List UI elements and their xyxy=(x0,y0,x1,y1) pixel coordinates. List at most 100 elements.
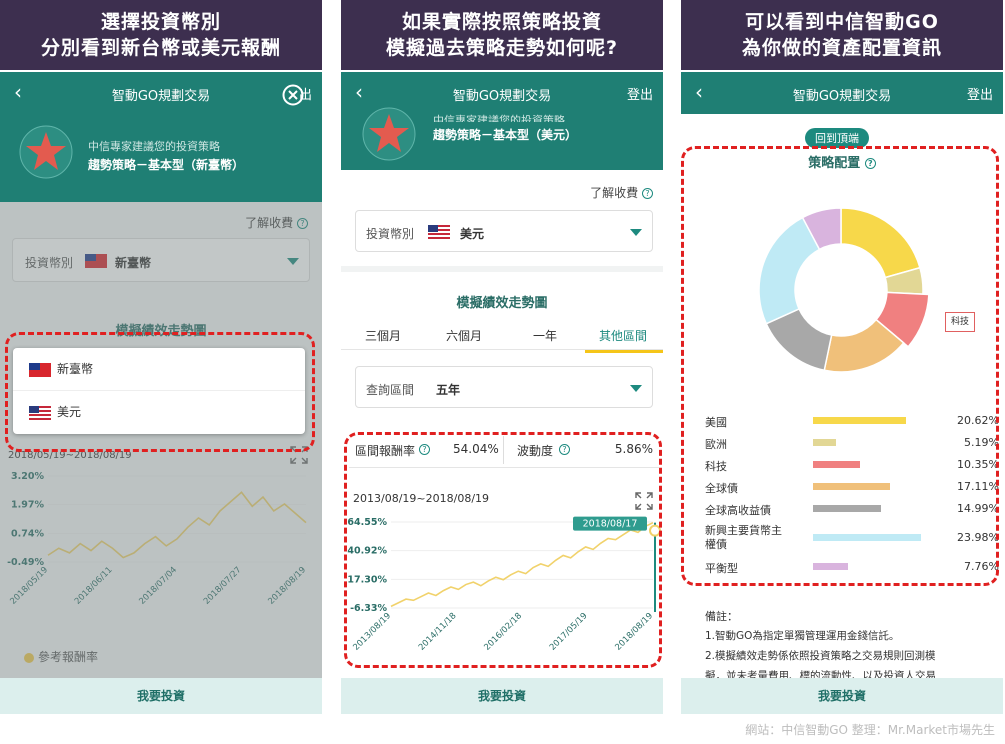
strategy-header: 中信專家建議您的投資策略 趨勢策略－基本型（新臺幣） xyxy=(0,114,322,202)
return-label: 區間報酬率 xyxy=(355,444,416,458)
phone-screen-3: ‹ 智動GO規劃交易 登出 回到頂端 策略配置 ? 科技 美國 20.62% 歐洲 5… xyxy=(681,72,1003,714)
star-logo-icon xyxy=(362,107,416,161)
allocation-bar xyxy=(813,439,837,446)
tab-3m[interactable]: 三個月 xyxy=(365,327,401,344)
banner-line-1: 如果實際按照策略投資 xyxy=(401,11,602,33)
app-title: 智動GO規劃交易 xyxy=(111,89,211,104)
divider xyxy=(341,266,663,272)
panel-allocation: 可以看到中信智動GO 為你做的資產配置資訊 ‹ 智動GO規劃交易 登出 回到頂端… xyxy=(681,0,1003,744)
y-tick-label: 40.92% xyxy=(347,546,387,557)
allocation-bar xyxy=(813,483,891,490)
tab-6m[interactable]: 六個月 xyxy=(446,327,482,344)
y-tick-label: -6.33% xyxy=(350,603,387,614)
banner-line-1: 可以看到中信智動GO xyxy=(745,11,939,33)
back-to-top-button[interactable]: 回到頂端 xyxy=(805,128,869,148)
strategy-header: 中信專家建議您的投資策略 趨勢策略－基本型（美元） xyxy=(341,107,663,170)
x-tick-label: 2013/08/19 xyxy=(351,611,393,653)
allocation-name: 科技 xyxy=(705,460,727,473)
us-flag-icon xyxy=(29,405,51,420)
panel-performance: 如果實際按照策略投資 模擬過去策略走勢如何呢? ‹ 智動GO規劃交易 登出 中信… xyxy=(341,0,663,744)
phone-screen-1: ‹ 智動GO規劃交易 出 中信專家建議您的投資策略 趨勢策略－基本型（新臺幣） … xyxy=(0,72,322,714)
star-logo-icon xyxy=(19,125,73,179)
return-value: 54.04% xyxy=(453,442,499,456)
allocation-percent: 17.11% xyxy=(957,480,999,493)
allocation-bar xyxy=(813,461,860,468)
performance-line-chart: 64.55% 40.92% 17.30% -6.33%2013/08/19 2014/1… xyxy=(347,516,661,653)
option-usd[interactable]: 美元 xyxy=(13,391,305,434)
range-select[interactable]: 查詢區間 五年 xyxy=(355,366,653,408)
y-tick-label: 17.30% xyxy=(347,574,387,585)
advisor-text: 中信專家建議您的投資策略 xyxy=(433,114,565,122)
x-tick-label: 2017/05/19 xyxy=(548,611,590,653)
banner-line-1: 選擇投資幣別 xyxy=(100,11,221,33)
close-icon[interactable] xyxy=(282,84,304,106)
x-tick-label: 2018/08/19 xyxy=(613,611,655,653)
source-credit: 網站：中信智動GO 整理：Mr.Market市場先生 xyxy=(745,723,995,737)
invest-button[interactable]: 我要投資 xyxy=(341,678,663,714)
banner-line-2: 分別看到新台幣或美元報酬 xyxy=(40,37,281,59)
allocation-title: 策略配置 ? xyxy=(681,152,1003,171)
strategy-name: 趨勢策略－基本型（新臺幣） xyxy=(88,158,245,172)
period-tabs: 三個月 六個月 一年 其他區間 xyxy=(341,320,663,350)
help-icon: ? xyxy=(864,158,876,169)
currency-label: 投資幣別 xyxy=(366,227,415,241)
taiwan-flag-icon xyxy=(29,362,51,377)
allocation-percent: 20.62% xyxy=(957,414,999,427)
tab-underline xyxy=(585,350,663,353)
currency-select[interactable]: 投資幣別 美元 xyxy=(355,210,653,252)
app-bar: ‹ 智動GO規劃交易 出 xyxy=(0,72,322,114)
pie-slice xyxy=(840,207,921,279)
help-icon: ? xyxy=(419,444,430,455)
allocation-name: 新興主要貨幣主權債 xyxy=(705,524,782,551)
series-line xyxy=(390,521,654,608)
tab-custom[interactable]: 其他區間 xyxy=(599,327,647,344)
allocation-name: 全球高收益債 xyxy=(705,504,771,517)
pie-label: 科技 xyxy=(945,312,975,332)
allocation-bar xyxy=(813,563,848,570)
us-flag-icon xyxy=(428,225,450,239)
allocation-donut-chart xyxy=(758,207,930,373)
stats-row: 區間報酬率 ? 54.04% 波動度 ? 5.86% xyxy=(349,436,659,468)
app-title: 智動GO規劃交易 xyxy=(792,89,892,104)
app-bar: ‹ 智動GO規劃交易 登出 xyxy=(681,72,1003,114)
modal-overlay[interactable] xyxy=(0,202,322,678)
allocation-name: 全球債 xyxy=(705,482,738,495)
option-twd[interactable]: 新臺幣 xyxy=(13,348,305,391)
allocation-name: 美國 xyxy=(705,416,727,429)
allocation-percent: 14.99% xyxy=(957,502,999,515)
volatility-value: 5.86% xyxy=(614,442,653,456)
allocation-percent: 7.76% xyxy=(964,560,999,573)
logout-button[interactable]: 登出 xyxy=(627,84,653,103)
note-line: 1.智動GO為指定單獨管理運用金錢信託。 xyxy=(705,630,900,642)
section-title: 模擬績效走勢圖 xyxy=(456,296,548,311)
note-line: 2.模擬績效走勢係依照投資策略之交易規則回測模 xyxy=(705,650,936,662)
allocation-bar xyxy=(813,417,906,424)
tab-1y[interactable]: 一年 xyxy=(533,327,557,344)
notes-title: 備註： xyxy=(705,610,738,623)
invest-button[interactable]: 我要投資 xyxy=(0,678,322,714)
banner-line-2: 模擬過去策略走勢如何呢? xyxy=(385,37,619,59)
help-icon: ? xyxy=(642,188,653,199)
logout-button[interactable]: 登出 xyxy=(967,84,993,103)
allocation-name: 平衡型 xyxy=(705,562,738,575)
range-value: 五年 xyxy=(436,383,461,397)
chevron-down-icon xyxy=(630,229,642,236)
chevron-down-icon xyxy=(630,385,642,392)
app-title: 智動GO規劃交易 xyxy=(452,89,552,104)
banner-2: 如果實際按照策略投資 模擬過去策略走勢如何呢? xyxy=(341,0,663,70)
expand-icon[interactable] xyxy=(633,490,655,512)
volatility-label: 波動度 xyxy=(517,444,554,458)
x-tick-label: 2016/02/18 xyxy=(482,611,524,653)
help-icon: ? xyxy=(559,444,570,455)
stats-divider xyxy=(503,436,504,464)
fee-link[interactable]: 了解收費 ? xyxy=(590,184,653,201)
tooltip-text: 2018/08/17 xyxy=(583,519,638,530)
allocation-bar xyxy=(813,534,921,541)
range-label: 查詢區間 xyxy=(366,383,415,397)
allocation-percent: 10.35% xyxy=(957,458,999,471)
invest-button[interactable]: 我要投資 xyxy=(681,678,1003,714)
allocation-name: 歐洲 xyxy=(705,438,727,451)
phone-screen-2: ‹ 智動GO規劃交易 登出 中信專家建議您的投資策略 趨勢策略－基本型（美元） … xyxy=(341,72,663,714)
currency-value: 美元 xyxy=(460,227,485,241)
x-tick-label: 2014/11/18 xyxy=(417,611,459,653)
